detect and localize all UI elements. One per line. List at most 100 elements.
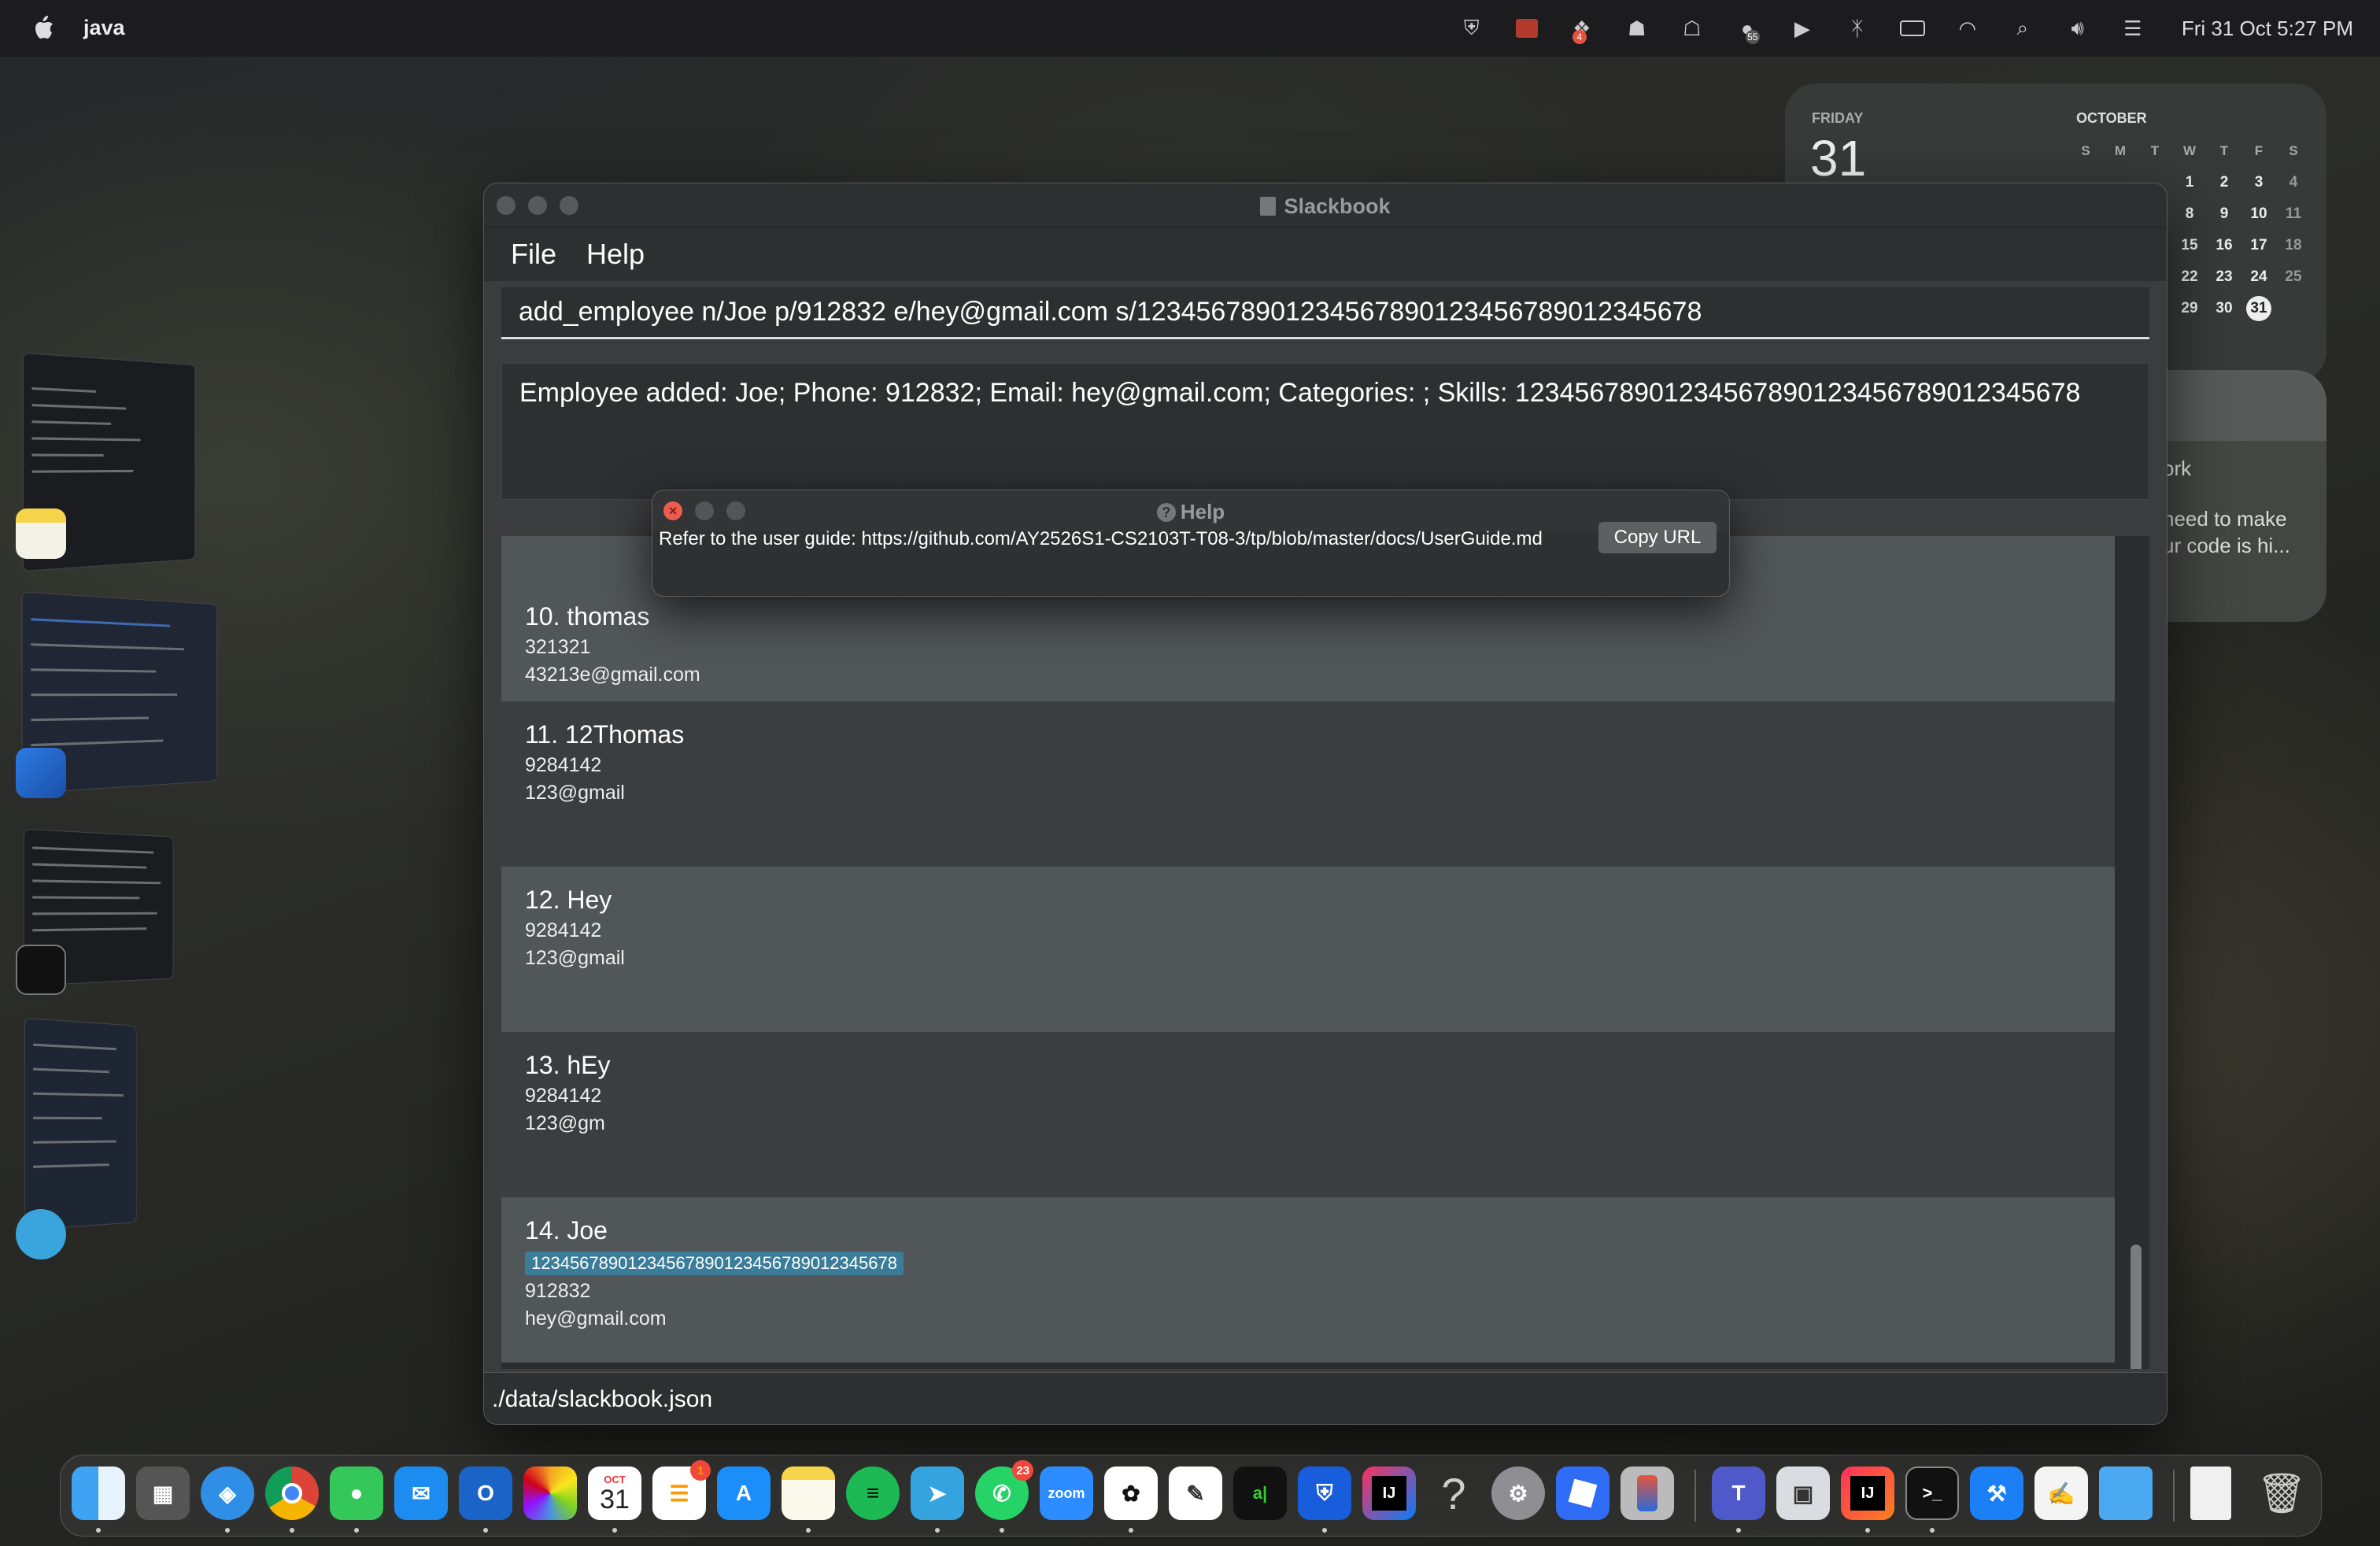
employee-name: 12. Hey <box>525 886 612 914</box>
spotify-icon[interactable]: ≡ <box>846 1466 900 1520</box>
help-viewer-icon[interactable]: ? <box>1427 1466 1480 1520</box>
running-indicator <box>290 1528 294 1533</box>
list-item[interactable]: 11. 12Thomas 9284142 123@gmail <box>501 701 2115 867</box>
folder-icon[interactable] <box>2099 1466 2153 1520</box>
calendar-day: 18 <box>2285 237 2302 253</box>
volume-icon[interactable]: 🔊︎ <box>2065 16 2090 41</box>
messages-icon[interactable]: ● <box>330 1466 383 1520</box>
launchpad-icon[interactable]: ▦ <box>136 1466 190 1520</box>
calendar-day: 2 <box>2219 174 2229 190</box>
calendar-today: 31 <box>2246 296 2271 321</box>
calendar-day: 8 <box>2185 205 2194 222</box>
freeform-icon[interactable]: ✎ <box>1169 1466 1222 1520</box>
finder-icon[interactable] <box>72 1466 125 1520</box>
dock-separator <box>2173 1470 2175 1522</box>
bluetooth-icon[interactable]: ᛡ <box>1845 16 1870 41</box>
flag-status-icon[interactable] <box>1514 16 1539 41</box>
list-item[interactable]: 14. Joe 12345678901234567890123456789012… <box>501 1197 2115 1363</box>
bitwarden-icon[interactable]: ⛨ <box>1298 1466 1351 1520</box>
telegram-app-icon[interactable] <box>16 1209 66 1259</box>
calendar-app-day: 31 <box>600 1484 630 1515</box>
system-settings-icon[interactable]: ⚙ <box>1491 1466 1545 1520</box>
zoom-icon[interactable]: zoom <box>1040 1466 1093 1520</box>
chrome-icon[interactable] <box>265 1466 319 1520</box>
trash-icon[interactable]: 🗑︎ <box>2255 1466 2308 1520</box>
app-store-icon[interactable]: A <box>717 1466 771 1520</box>
calendar-day: 17 <box>2250 237 2267 253</box>
battery-icon[interactable] <box>1899 16 1925 41</box>
running-indicator <box>96 1528 101 1533</box>
calendar-weekday-header: M <box>2114 143 2127 158</box>
window-titlebar[interactable]: Slackbook <box>484 183 2167 227</box>
notes-app-icon[interactable] <box>16 509 66 559</box>
calendar-weekday-header: T <box>2219 143 2229 158</box>
help-message: Refer to the user guide: https://github.… <box>659 528 1543 549</box>
terminal-icon[interactable]: >_ <box>1905 1466 1959 1520</box>
shield-status-icon[interactable]: ⛨ <box>1459 16 1484 41</box>
stage-manager-thumbnail-telegram[interactable] <box>24 1017 137 1231</box>
running-indicator <box>483 1528 488 1533</box>
calendar-month: OCTOBER <box>2076 110 2147 126</box>
question-icon: ? <box>1156 503 1176 522</box>
xcode-icon[interactable]: ⚒ <box>1970 1466 2023 1520</box>
calendar-day: 15 <box>2181 237 2198 253</box>
running-indicator <box>354 1528 359 1533</box>
camera-status-icon[interactable]: ☗ <box>1624 16 1650 41</box>
intellij-ultimate-icon[interactable]: IJ <box>1841 1466 1894 1520</box>
teams-status-icon[interactable]: ☖ <box>1680 16 1705 41</box>
list-item[interactable]: 13. hEy 9284142 123@gm <box>501 1032 2115 1197</box>
slackbook-window: Slackbook File Help add_employee n/Joe p… <box>483 183 2168 1425</box>
safari-icon[interactable]: ◈ <box>201 1466 254 1520</box>
calendar-day: 16 <box>2216 237 2233 253</box>
outlook-icon[interactable]: O <box>459 1466 512 1520</box>
copy-url-button[interactable]: Copy URL <box>1598 522 1717 553</box>
notes-icon[interactable] <box>782 1466 835 1520</box>
document-icon[interactable] <box>2190 1466 2231 1520</box>
reminder-line: need to make <box>2163 507 2287 531</box>
mail-icon[interactable]: ✉ <box>394 1466 448 1520</box>
textedit-icon[interactable]: ✍ <box>2034 1466 2088 1520</box>
calendar-app-icon[interactable]: OCT 31 <box>588 1466 641 1520</box>
command-input[interactable]: add_employee n/Joe p/912832 e/hey@gmail.… <box>501 287 2149 339</box>
calendar-day: 10 <box>2250 205 2267 222</box>
menubar-clock[interactable]: Fri 31 Oct 5:27 PM <box>2182 17 2353 41</box>
calendar-day: 25 <box>2285 268 2302 285</box>
dropbox-icon[interactable]: ❖ 4 <box>1569 16 1595 44</box>
notification-status-icon[interactable]: ● 55 <box>1735 16 1760 44</box>
calendar-day: 4 <box>2289 174 2298 190</box>
preview-icon[interactable]: ▣ <box>1776 1466 1830 1520</box>
wifi-icon[interactable]: ◠ <box>1955 16 1980 41</box>
menu-help[interactable]: Help <box>586 238 645 271</box>
menu-bar: java ⛨ ❖ 4 ☗ ☖ ● 55 ▶ ᛡ ◠ ⌕ 🔊︎ ☰ Fri 31 Oc… <box>0 0 2380 57</box>
play-status-icon[interactable]: ▶ <box>1790 16 1815 41</box>
telegram-icon[interactable]: ➤ <box>911 1466 964 1520</box>
outlook-app-icon[interactable] <box>16 748 66 798</box>
running-indicator <box>225 1528 230 1533</box>
whatsapp-icon[interactable]: ✆ 23 <box>975 1460 1033 1520</box>
employee-list[interactable]: 10. thomas 321321 43213e@gmail.com 11. 1… <box>501 536 2149 1369</box>
iphone-mirroring-icon[interactable] <box>1621 1466 1674 1520</box>
calendar-weekday-header: S <box>2289 143 2298 158</box>
photos-icon[interactable] <box>523 1466 577 1520</box>
roblox-icon[interactable] <box>1556 1466 1609 1520</box>
reminders-icon[interactable]: ☰ 1 <box>652 1460 711 1520</box>
running-indicator <box>935 1528 940 1533</box>
running-indicator <box>1000 1528 1004 1533</box>
calendar-day: 1 <box>2185 174 2194 190</box>
apple-menu-icon[interactable] <box>31 14 55 41</box>
active-app-name[interactable]: java <box>83 16 125 40</box>
menu-file[interactable]: File <box>511 238 556 271</box>
spotlight-search-icon[interactable]: ⌕ <box>2010 16 2035 41</box>
intellij-ce-icon[interactable]: a| <box>1233 1466 1287 1520</box>
list-scrollbar[interactable] <box>2131 1245 2142 1369</box>
control-center-icon[interactable]: ☰ <box>2120 16 2145 41</box>
calendar-day: 23 <box>2216 268 2233 285</box>
teams-icon[interactable]: T <box>1712 1466 1765 1520</box>
terminal-app-icon[interactable] <box>16 945 66 995</box>
intellij-icon[interactable]: IJ <box>1362 1466 1416 1520</box>
calendar-day: 3 <box>2254 174 2264 190</box>
list-item[interactable]: 12. Hey 9284142 123@gmail <box>501 867 2115 1032</box>
result-display: Employee added: Joe; Phone: 912832; Emai… <box>501 363 2149 500</box>
window-title: Slackbook <box>484 194 2167 219</box>
chatgpt-icon[interactable]: ✿ <box>1104 1466 1158 1520</box>
